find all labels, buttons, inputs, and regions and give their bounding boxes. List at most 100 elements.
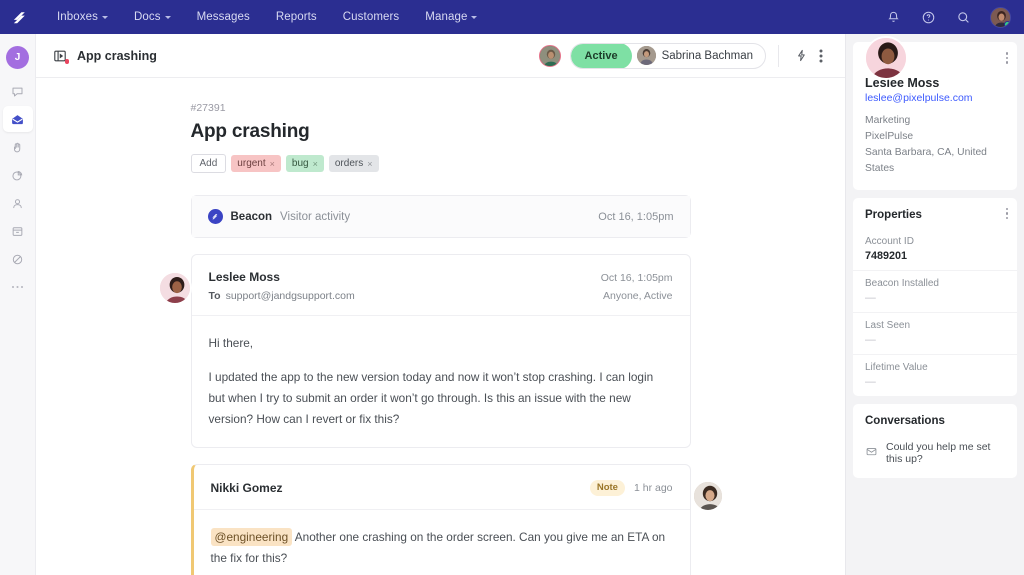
left-sidebar-rail: J bbox=[0, 34, 36, 575]
contact-meta: Marketing PixelPulse Santa Barbara, CA, … bbox=[865, 113, 1005, 177]
user-avatar[interactable] bbox=[990, 7, 1011, 28]
nav-label: Reports bbox=[276, 11, 317, 23]
sidebar-item-inbox[interactable] bbox=[3, 106, 33, 132]
message-to-address[interactable]: support@jandgsupport.com bbox=[226, 290, 355, 302]
bell-icon[interactable] bbox=[885, 9, 902, 26]
note-author-name: Nikki Gomez bbox=[211, 481, 283, 495]
status-and-assignee-group[interactable]: Active Sabrina Bachman bbox=[570, 43, 766, 69]
main-nav-items: Inboxes Docs Messages Reports Customers … bbox=[44, 0, 490, 34]
properties-card: Properties Account ID 7489201 Beacon Ins… bbox=[853, 198, 1017, 396]
chevron-down-icon bbox=[471, 16, 477, 19]
property-row[interactable]: Beacon Installed — bbox=[853, 271, 1017, 313]
chevron-down-icon bbox=[165, 16, 171, 19]
contact-more-icon[interactable] bbox=[1006, 52, 1009, 64]
beacon-activity-card[interactable]: Beacon Visitor activity Oct 16, 1:05pm bbox=[191, 195, 691, 238]
status-badge[interactable]: Active bbox=[571, 43, 632, 69]
message-paragraph: I updated the app to the new version tod… bbox=[209, 367, 673, 430]
sidebar-item-customers[interactable] bbox=[3, 190, 33, 216]
properties-title: Properties bbox=[853, 198, 1017, 229]
nav-item-messages[interactable]: Messages bbox=[184, 0, 263, 34]
sidebar-item-hand[interactable] bbox=[3, 134, 33, 160]
nav-label: Inboxes bbox=[57, 11, 98, 23]
beacon-name: Beacon bbox=[231, 211, 273, 223]
helpscout-logo-icon[interactable] bbox=[10, 7, 30, 27]
note-badge: Note bbox=[590, 480, 625, 496]
message-header-line-secondary: To support@jandgsupport.com Anyone, Acti… bbox=[209, 290, 673, 302]
inbox-icon bbox=[10, 112, 25, 127]
property-value: — bbox=[865, 334, 1005, 346]
conversation-header: App crashing Active bbox=[36, 34, 845, 78]
property-row[interactable]: Lifetime Value — bbox=[853, 355, 1017, 396]
contact-company: PixelPulse bbox=[865, 129, 1005, 145]
lightning-bolt-icon[interactable] bbox=[791, 46, 811, 66]
conversation-thread: #27391 App crashing Add urgent × bug × o… bbox=[36, 78, 845, 575]
chevron-down-icon bbox=[102, 16, 108, 19]
nav-item-inboxes[interactable]: Inboxes bbox=[44, 0, 121, 34]
sidebar-item-archive[interactable] bbox=[3, 218, 33, 244]
property-value: — bbox=[865, 376, 1005, 388]
contact-avatar[interactable] bbox=[864, 36, 908, 80]
help-icon[interactable] bbox=[920, 9, 937, 26]
app-root: Inboxes Docs Messages Reports Customers … bbox=[0, 0, 1024, 575]
list-item[interactable]: Could you help me set this up? bbox=[853, 435, 1017, 478]
customer-avatar[interactable] bbox=[539, 45, 561, 67]
top-navigation-bar: Inboxes Docs Messages Reports Customers … bbox=[0, 0, 1024, 34]
reports-pie-icon bbox=[10, 168, 25, 183]
beacon-subtitle: Visitor activity bbox=[280, 211, 350, 223]
nav-item-reports[interactable]: Reports bbox=[263, 0, 330, 34]
message-timestamp: Oct 16, 1:05pm bbox=[601, 272, 673, 284]
contact-card: Leslee Moss leslee@pixelpulse.com Market… bbox=[853, 42, 1017, 190]
tag-list: Add urgent × bug × orders × bbox=[191, 154, 691, 173]
assignee-avatar bbox=[637, 46, 656, 65]
note-header: Nikki Gomez Note 1 hr ago bbox=[194, 465, 690, 510]
property-row[interactable]: Account ID 7489201 bbox=[853, 229, 1017, 271]
message-header: Leslee Moss Oct 16, 1:05pm To support@ja… bbox=[192, 255, 690, 316]
contact-email[interactable]: leslee@pixelpulse.com bbox=[865, 92, 1005, 104]
message-paragraph: Hi there, bbox=[209, 333, 673, 354]
rail-user-avatar[interactable]: J bbox=[6, 46, 29, 69]
assignee-name: Sabrina Bachman bbox=[662, 50, 753, 62]
sidebar-item-chat[interactable] bbox=[3, 78, 33, 104]
tag-bug[interactable]: bug × bbox=[286, 155, 324, 172]
message-to-label: To bbox=[209, 290, 221, 302]
nav-label: Docs bbox=[134, 11, 161, 23]
contact-role: Marketing bbox=[865, 113, 1005, 129]
remove-tag-icon[interactable]: × bbox=[270, 159, 275, 169]
conversation-subject: Could you help me set this up? bbox=[886, 441, 1005, 465]
note-author-avatar[interactable] bbox=[692, 480, 724, 512]
tag-label: Add bbox=[200, 158, 218, 169]
message-author-avatar[interactable] bbox=[158, 271, 192, 305]
right-side-panel: Leslee Moss leslee@pixelpulse.com Market… bbox=[845, 34, 1024, 575]
hand-icon bbox=[10, 140, 25, 155]
add-tag-button[interactable]: Add bbox=[191, 154, 227, 173]
nav-item-manage[interactable]: Manage bbox=[412, 0, 490, 34]
nav-item-customers[interactable]: Customers bbox=[330, 0, 413, 34]
search-icon[interactable] bbox=[955, 9, 972, 26]
nav-label: Manage bbox=[425, 11, 467, 23]
property-label: Last Seen bbox=[865, 320, 1005, 331]
online-status-dot bbox=[1004, 21, 1011, 28]
unread-badge-dot bbox=[65, 59, 70, 64]
remove-tag-icon[interactable]: × bbox=[367, 159, 372, 169]
tag-orders[interactable]: orders × bbox=[329, 155, 379, 172]
nav-item-docs[interactable]: Docs bbox=[121, 0, 184, 34]
archive-icon bbox=[10, 224, 25, 239]
sidebar-item-blocked[interactable] bbox=[3, 246, 33, 272]
note-body: @engineering Another one crashing on the… bbox=[194, 510, 690, 575]
message-header-line-primary: Leslee Moss Oct 16, 1:05pm bbox=[209, 270, 673, 284]
beacon-timestamp: Oct 16, 1:05pm bbox=[598, 211, 673, 223]
sidebar-item-reports[interactable] bbox=[3, 162, 33, 188]
tag-urgent[interactable]: urgent × bbox=[231, 155, 281, 172]
sidebar-item-more[interactable] bbox=[3, 274, 33, 300]
mention-tag[interactable]: @engineering bbox=[211, 528, 293, 546]
property-row[interactable]: Last Seen — bbox=[853, 313, 1017, 355]
conversations-card: Conversations Could you help me set this… bbox=[853, 404, 1017, 478]
assignee-selector[interactable]: Sabrina Bachman bbox=[632, 46, 765, 65]
properties-more-icon[interactable] bbox=[1006, 208, 1009, 220]
remove-tag-icon[interactable]: × bbox=[313, 159, 318, 169]
header-divider bbox=[778, 45, 779, 67]
conversation-title-group: App crashing bbox=[52, 48, 157, 64]
ticket-number: #27391 bbox=[191, 102, 691, 114]
more-vertical-icon[interactable] bbox=[811, 46, 831, 66]
tag-label: urgent bbox=[237, 158, 265, 169]
